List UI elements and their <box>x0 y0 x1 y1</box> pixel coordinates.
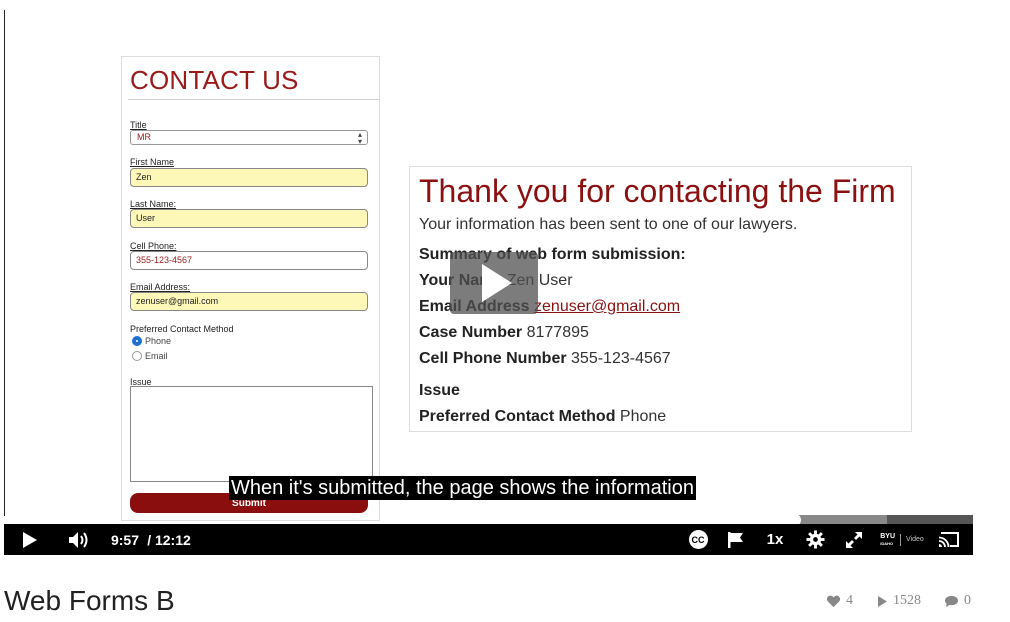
contact-form-panel: CONTACT US Title MR ▴ ▾ First Name Zen La… <box>121 56 380 521</box>
fullscreen-button[interactable] <box>842 524 866 555</box>
cell-phone-field: 355-123-4567 <box>130 251 368 270</box>
play-icon <box>23 531 37 548</box>
speed-button[interactable]: 1x <box>762 524 788 555</box>
contact-method-label: Preferred Contact Method <box>130 324 234 334</box>
volume-button[interactable] <box>66 524 92 555</box>
thank-you-title: Thank you for contacting the Firm <box>419 173 896 209</box>
cell-phone-label: Cell Phone: <box>130 241 177 251</box>
radio-email: Email <box>132 351 168 361</box>
issue-label-summary: Issue <box>419 382 460 399</box>
title-label: Title <box>130 120 147 130</box>
phone-value: 355-123-4567 <box>571 350 671 367</box>
progress-buffer <box>793 515 887 524</box>
title-select-value: MR <box>137 132 151 142</box>
play-button[interactable] <box>18 524 42 555</box>
volume-icon <box>69 531 88 548</box>
radio-email-label: Email <box>145 351 168 361</box>
last-name-label: Last Name: <box>130 199 177 209</box>
plays-count: 1528 <box>877 593 921 609</box>
plays-value: 1528 <box>893 593 921 608</box>
duration: / 12:12 <box>147 531 191 548</box>
email-link: zenuser@gmail.com <box>534 298 681 315</box>
video-caption: When it's submitted, the page shows the … <box>229 476 696 500</box>
method-label: Preferred Contact Method <box>419 408 616 425</box>
last-name-field: User <box>130 209 368 228</box>
issue-textarea <box>130 386 373 482</box>
form-divider <box>128 99 379 100</box>
cast-button[interactable] <box>936 524 962 555</box>
cc-icon: CC <box>688 530 708 549</box>
phone-label: Cell Phone Number <box>419 350 567 367</box>
case-label: Case Number <box>419 324 523 341</box>
title-select: MR ▴ ▾ <box>130 130 368 146</box>
comments-count[interactable]: 0 <box>944 593 971 609</box>
frame-edge <box>4 10 5 516</box>
cast-icon <box>938 532 959 548</box>
byu-logo-text: BYU IDAHO <box>880 532 895 546</box>
current-time: 9:57 <box>110 531 140 548</box>
video-title: Web Forms B <box>4 585 175 616</box>
first-name-field: Zen <box>130 168 368 187</box>
radio-phone: Phone <box>132 336 171 346</box>
comment-icon <box>945 595 958 607</box>
logo-divider <box>900 533 901 546</box>
video-frame[interactable]: CONTACT US Title MR ▴ ▾ First Name Zen La… <box>4 0 973 555</box>
radio-selected-icon <box>132 336 142 346</box>
flag-button[interactable] <box>724 524 748 555</box>
form-title: CONTACT US <box>130 65 299 95</box>
fullscreen-icon <box>846 531 862 548</box>
method-value: Phone <box>619 408 667 425</box>
play-count-icon <box>878 595 887 607</box>
heart-icon <box>826 595 841 607</box>
case-value: 8177895 <box>526 324 589 341</box>
settings-button[interactable] <box>803 524 827 555</box>
select-arrows-icon: ▴ ▾ <box>357 130 362 146</box>
email-label: Email Address: <box>130 282 191 292</box>
radio-phone-label: Phone <box>145 336 172 346</box>
byu-video-logo[interactable]: BYU IDAHO Video <box>874 524 930 555</box>
progress-bar[interactable] <box>788 514 973 526</box>
logo-video-label: Video <box>906 536 924 543</box>
likes-count[interactable]: 4 <box>826 593 853 609</box>
gear-icon <box>805 530 825 549</box>
video-page: CONTACT US Title MR ▴ ▾ First Name Zen La… <box>0 0 1010 622</box>
first-name-label: First Name <box>130 157 175 167</box>
email-field: zenuser@gmail.com <box>130 292 368 311</box>
summary-method-row: Preferred Contact Method Phone <box>419 408 666 426</box>
summary-case-row: Case Number 8177895 <box>419 324 589 342</box>
summary-phone-row: Cell Phone Number 355-123-4567 <box>419 350 671 368</box>
flag-icon <box>728 531 743 548</box>
summary-issue-row: Issue <box>419 382 460 400</box>
big-play-button[interactable] <box>450 252 538 314</box>
player-controls: 9:57 / 12:12 CC 1x BYU IDAHO Video <box>4 524 973 555</box>
thank-you-subtitle: Your information has been sent to one of… <box>419 216 798 233</box>
cc-button[interactable]: CC <box>686 524 710 555</box>
radio-unselected-icon <box>132 351 142 361</box>
likes-value: 4 <box>846 593 853 608</box>
comments-value: 0 <box>964 593 971 608</box>
